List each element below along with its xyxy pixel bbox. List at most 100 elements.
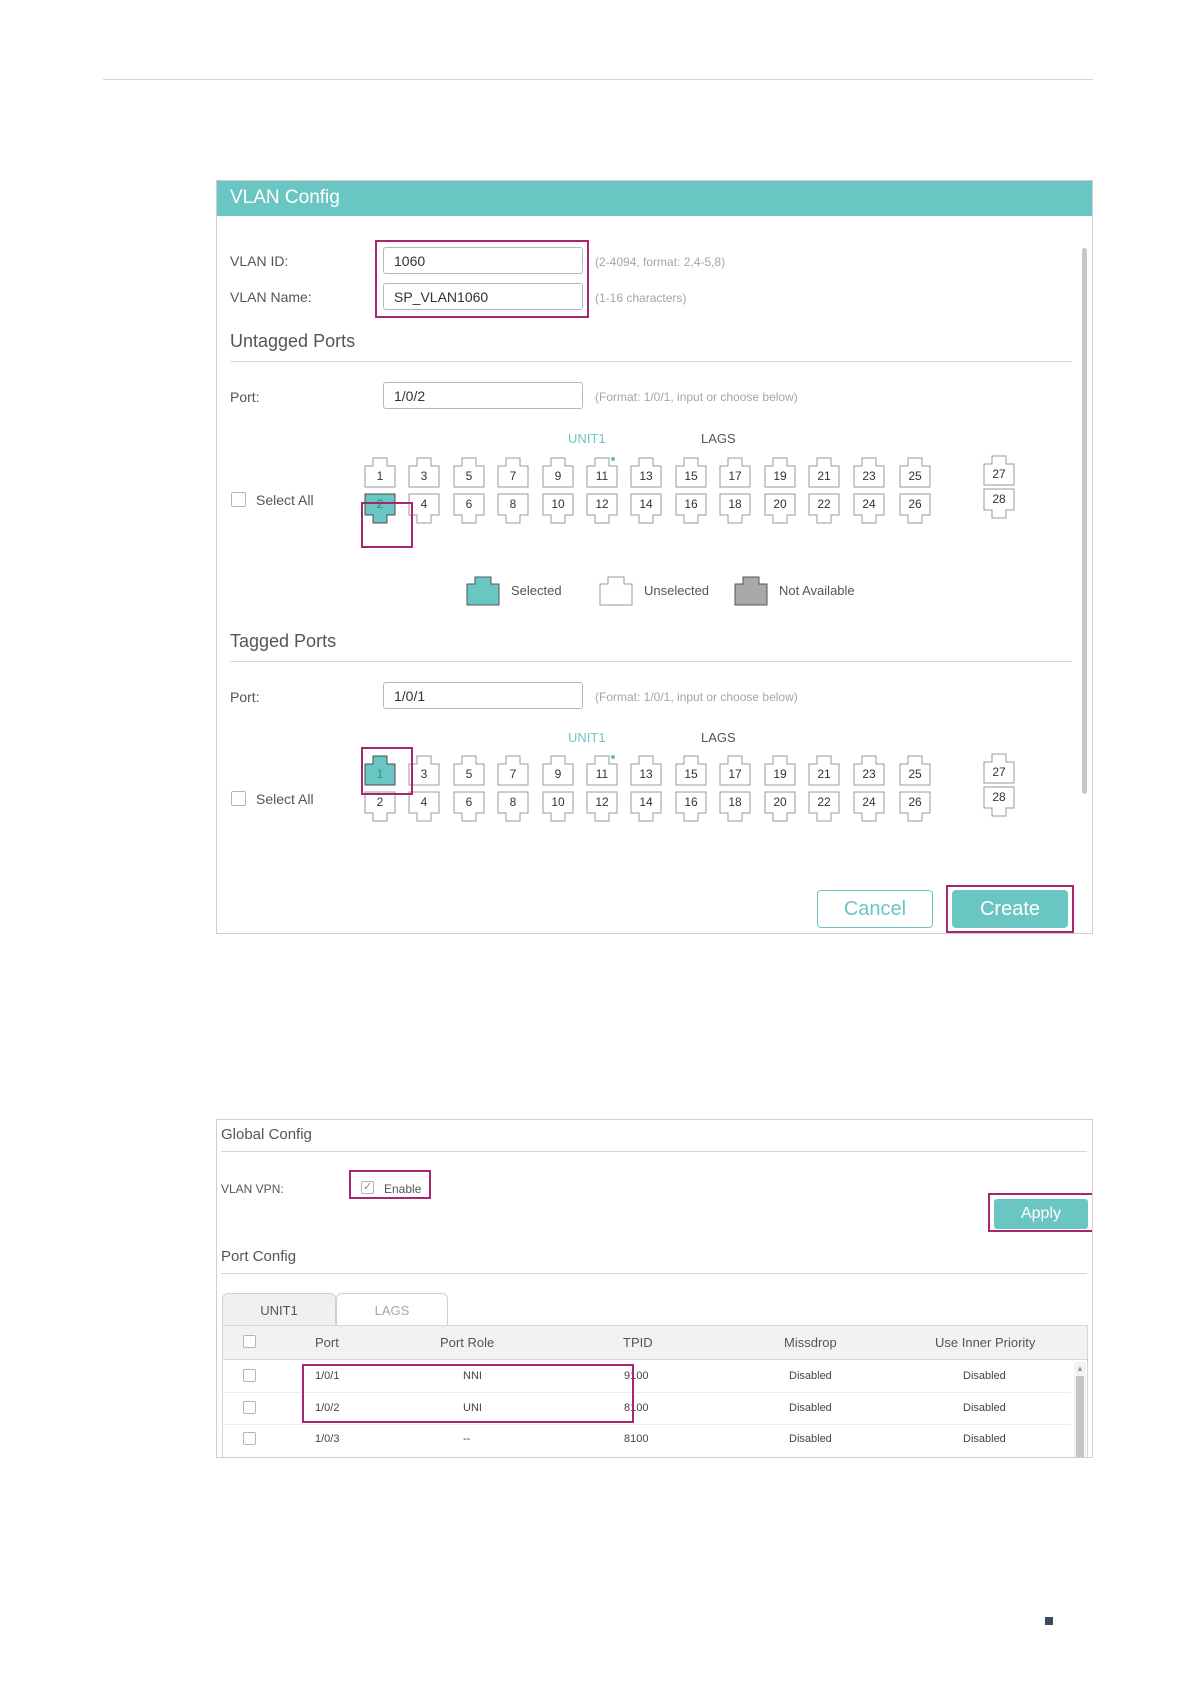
untagged-port-3[interactable]: 3 — [408, 456, 440, 488]
untagged-port-17[interactable]: 17 — [719, 456, 751, 488]
port-number: 3 — [420, 469, 428, 483]
untagged-port-input[interactable]: 1/0/2 — [383, 382, 583, 409]
tagged-unit-label: UNIT1 — [568, 730, 606, 745]
port-config-title: Port Config — [221, 1248, 297, 1265]
untagged-port-25[interactable]: 25 — [899, 456, 931, 488]
col-port-role: Port Role — [440, 1335, 495, 1350]
untagged-port-9[interactable]: 9 — [542, 456, 574, 488]
row-checkbox[interactable] — [243, 1401, 256, 1414]
tagged-port-2[interactable]: 2 — [364, 791, 396, 823]
table-cell-role: -- — [463, 1433, 471, 1445]
port-number: 8 — [509, 497, 517, 511]
untagged-port-12[interactable]: 12 — [586, 493, 618, 525]
tagged-port-13[interactable]: 13 — [630, 754, 662, 786]
legend-not-available-text: Not Available — [779, 583, 855, 598]
untagged-port-10[interactable]: 10 — [542, 493, 574, 525]
tagged-port-14[interactable]: 14 — [630, 791, 662, 823]
untagged-port-23[interactable]: 23 — [853, 456, 885, 488]
tagged-port-7[interactable]: 7 — [497, 754, 529, 786]
table-scrollbar-thumb[interactable] — [1076, 1376, 1084, 1457]
port-number: 5 — [465, 767, 473, 781]
tab-lags[interactable]: LAGS — [336, 1293, 448, 1327]
global-config-title: Global Config — [221, 1126, 312, 1143]
scroll-up-icon[interactable]: ▲ — [1076, 1364, 1084, 1373]
port-number: 15 — [684, 469, 698, 483]
global-config-panel: Global Config VLAN VPN: ✓ Enable Apply P… — [216, 1119, 1093, 1458]
port-number: 24 — [862, 497, 876, 511]
port-number: 22 — [817, 795, 831, 809]
tagged-port-22[interactable]: 22 — [808, 791, 840, 823]
untagged-port-26[interactable]: 26 — [899, 493, 931, 525]
port-number: 24 — [862, 795, 876, 809]
untagged-port-24[interactable]: 24 — [853, 493, 885, 525]
port-number: 6 — [465, 795, 473, 809]
port-number: 27 — [992, 765, 1006, 779]
tagged-port-27[interactable]: 27 — [983, 752, 1015, 784]
tagged-port-20[interactable]: 20 — [764, 791, 796, 823]
tagged-port-11[interactable]: 11 — [586, 754, 618, 786]
untagged-port-13[interactable]: 13 — [630, 456, 662, 488]
untagged-port-5[interactable]: 5 — [453, 456, 485, 488]
tagged-port-input[interactable]: 1/0/1 — [383, 682, 583, 709]
port-number: 26 — [908, 497, 922, 511]
tagged-port-4[interactable]: 4 — [408, 791, 440, 823]
tagged-port-28[interactable]: 28 — [983, 786, 1015, 818]
tagged-port-5[interactable]: 5 — [453, 754, 485, 786]
tagged-port-23[interactable]: 23 — [853, 754, 885, 786]
tagged-port-25[interactable]: 25 — [899, 754, 931, 786]
untagged-port-20[interactable]: 20 — [764, 493, 796, 525]
table-scrollbar[interactable]: ▲ — [1074, 1362, 1086, 1457]
untagged-port-28[interactable]: 28 — [983, 488, 1015, 520]
cancel-button[interactable]: Cancel — [817, 890, 933, 928]
untagged-port-21[interactable]: 21 — [808, 456, 840, 488]
col-missdrop: Missdrop — [784, 1335, 837, 1350]
tagged-port-9[interactable]: 9 — [542, 754, 574, 786]
untagged-port-15[interactable]: 15 — [675, 456, 707, 488]
tagged-select-all-checkbox[interactable] — [231, 791, 246, 806]
global-config-rule — [221, 1151, 1087, 1152]
tagged-port-10[interactable]: 10 — [542, 791, 574, 823]
port-number: 18 — [728, 497, 742, 511]
untagged-select-all-checkbox[interactable] — [231, 492, 246, 507]
untagged-port-2-highlight — [361, 502, 413, 548]
tab-unit1[interactable]: UNIT1 — [222, 1293, 336, 1327]
table-cell-inner-priority: Disabled — [963, 1402, 1006, 1414]
table-select-all-checkbox[interactable] — [243, 1335, 256, 1348]
tagged-port-24[interactable]: 24 — [853, 791, 885, 823]
tagged-port-12[interactable]: 12 — [586, 791, 618, 823]
untagged-port-8[interactable]: 8 — [497, 493, 529, 525]
tagged-port-17[interactable]: 17 — [719, 754, 751, 786]
port-number: 20 — [773, 497, 787, 511]
untagged-port-6[interactable]: 6 — [453, 493, 485, 525]
port-number: 2 — [376, 795, 384, 809]
row-checkbox[interactable] — [243, 1432, 256, 1445]
legend-not-available-icon — [734, 574, 768, 606]
tagged-port-15[interactable]: 15 — [675, 754, 707, 786]
untagged-port-11[interactable]: 11 — [586, 456, 618, 488]
vlan-config-panel: VLAN Config VLAN ID: 1060 (2-4094, forma… — [216, 180, 1093, 934]
untagged-ports-rule — [230, 361, 1072, 362]
tagged-port-18[interactable]: 18 — [719, 791, 751, 823]
untagged-port-14[interactable]: 14 — [630, 493, 662, 525]
tagged-port-6[interactable]: 6 — [453, 791, 485, 823]
tagged-port-26[interactable]: 26 — [899, 791, 931, 823]
tagged-port-21[interactable]: 21 — [808, 754, 840, 786]
untagged-port-7[interactable]: 7 — [497, 456, 529, 488]
untagged-port-19[interactable]: 19 — [764, 456, 796, 488]
port-number: 28 — [992, 790, 1006, 804]
apply-button-highlight — [988, 1193, 1092, 1232]
port-number: 9 — [554, 767, 562, 781]
untagged-port-16[interactable]: 16 — [675, 493, 707, 525]
untagged-port-1[interactable]: 1 — [364, 456, 396, 488]
row-checkbox[interactable] — [243, 1369, 256, 1382]
untagged-port-22[interactable]: 22 — [808, 493, 840, 525]
tagged-port-8[interactable]: 8 — [497, 791, 529, 823]
port-number: 14 — [639, 795, 653, 809]
untagged-port-27[interactable]: 27 — [983, 454, 1015, 486]
tagged-port-16[interactable]: 16 — [675, 791, 707, 823]
vlan-panel-scrollbar[interactable] — [1082, 248, 1087, 794]
tagged-select-all-label: Select All — [256, 791, 314, 807]
untagged-port-18[interactable]: 18 — [719, 493, 751, 525]
legend-selected-icon — [466, 574, 500, 606]
tagged-port-19[interactable]: 19 — [764, 754, 796, 786]
